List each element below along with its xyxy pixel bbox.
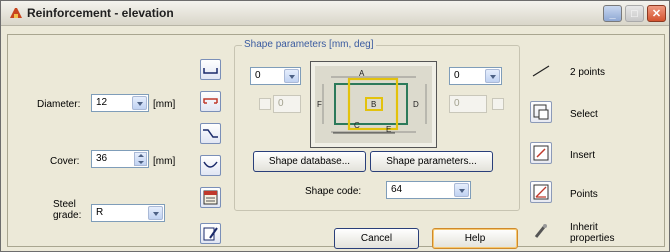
points-button[interactable] <box>530 181 552 203</box>
shape-parameters-title: Shape parameters [mm, deg] <box>242 39 376 50</box>
app-icon <box>10 8 22 18</box>
shape-database-button[interactable]: Shape database... <box>253 151 366 172</box>
shape-library-button[interactable] <box>200 187 221 208</box>
shape-code-label: Shape code: <box>305 186 362 197</box>
inherit-properties-label: Inherit properties <box>570 222 615 244</box>
cover-label: Cover: <box>50 156 80 167</box>
cover-unit: [mm] <box>153 156 176 167</box>
select-label: Select <box>570 109 598 120</box>
cover-stepper[interactable]: 36 <box>91 150 149 168</box>
dim-label-c: C <box>354 121 360 130</box>
hooked-bar-icon <box>203 98 218 104</box>
select-icon <box>533 104 549 120</box>
two-points-button[interactable] <box>530 59 552 81</box>
chevron-down-icon[interactable] <box>132 96 147 110</box>
two-points-label: 2 points <box>570 67 606 78</box>
edit-pen-icon <box>203 227 218 241</box>
window-title: Reinforcement - elevation <box>27 6 174 20</box>
chevron-down-icon[interactable] <box>148 206 163 220</box>
shape-right-select[interactable]: 0 <box>449 67 502 85</box>
steel-grade-label: Steel grade: <box>53 199 82 221</box>
shape-left-field[interactable]: 0 <box>273 95 301 113</box>
diameter-unit: [mm] <box>153 99 176 110</box>
dim-label-d: D <box>413 100 419 109</box>
maximize-button[interactable]: □ <box>625 5 644 22</box>
diameter-select[interactable]: 12 <box>91 94 149 112</box>
calendar-icon <box>203 190 218 205</box>
line-icon <box>532 65 550 77</box>
steel-grade-select[interactable]: R <box>91 204 165 222</box>
shape-straight-button[interactable] <box>200 59 221 80</box>
close-icon: ✕ <box>651 8 662 20</box>
dim-label-f: F <box>317 100 322 109</box>
shape-right-value: 0 <box>454 70 460 81</box>
shape-right-field[interactable]: 0 <box>449 95 487 113</box>
points-label: Points <box>570 189 598 200</box>
shape-parameters-button[interactable]: Shape parameters... <box>370 151 493 172</box>
minimize-icon: _ <box>609 7 616 20</box>
chevron-down-icon[interactable] <box>284 69 299 83</box>
bent-bar-icon <box>203 129 218 138</box>
points-icon <box>533 184 549 200</box>
dim-label-b: B <box>371 100 376 109</box>
reinforcement-elevation-dialog: Reinforcement - elevation _ □ ✕ Diameter… <box>0 0 670 252</box>
insert-label: Insert <box>570 150 596 161</box>
insert-icon <box>533 145 549 161</box>
shape-right-field-value: 0 <box>454 98 460 109</box>
help-button[interactable]: Help <box>432 228 518 249</box>
curved-bar-icon <box>203 161 218 168</box>
diameter-label: Diameter: <box>37 99 81 110</box>
shape-edit-button[interactable] <box>200 223 221 244</box>
shape-code-value: 64 <box>391 184 403 195</box>
shape-left-field-value: 0 <box>278 98 284 109</box>
spin-arrows-icon[interactable] <box>134 152 147 166</box>
inherit-properties-button[interactable] <box>530 220 552 242</box>
shape-right-checkbox[interactable] <box>492 98 504 110</box>
steel-grade-value: R <box>96 207 104 218</box>
straight-bar-icon <box>203 68 218 74</box>
shape-code-select[interactable]: 64 <box>386 181 471 199</box>
shape-left-select[interactable]: 0 <box>250 67 301 85</box>
chevron-down-icon[interactable] <box>454 183 469 197</box>
cover-value: 36 <box>96 153 108 164</box>
title-bar[interactable]: Reinforcement - elevation _ □ ✕ <box>1 1 669 26</box>
chevron-down-icon[interactable] <box>485 69 500 83</box>
shape-bent-button[interactable] <box>200 123 221 144</box>
diameter-value: 12 <box>96 97 108 108</box>
dim-label-a: A <box>359 69 365 78</box>
shape-curved-button[interactable] <box>200 155 221 176</box>
close-button[interactable]: ✕ <box>647 5 666 22</box>
minimize-button[interactable]: _ <box>603 5 622 22</box>
shape-left-value: 0 <box>255 70 261 81</box>
maximize-icon: □ <box>631 7 638 20</box>
dim-label-e: E <box>386 125 391 134</box>
shape-left-checkbox[interactable] <box>259 98 271 110</box>
shape-hooked-button[interactable] <box>200 91 221 112</box>
shape-preview: A B C D E F <box>310 61 437 148</box>
shape-diagram: A B C D E F <box>315 66 432 143</box>
select-button[interactable] <box>530 101 552 123</box>
insert-button[interactable] <box>530 142 552 164</box>
brush-icon <box>534 224 547 238</box>
cancel-button[interactable]: Cancel <box>334 228 419 249</box>
